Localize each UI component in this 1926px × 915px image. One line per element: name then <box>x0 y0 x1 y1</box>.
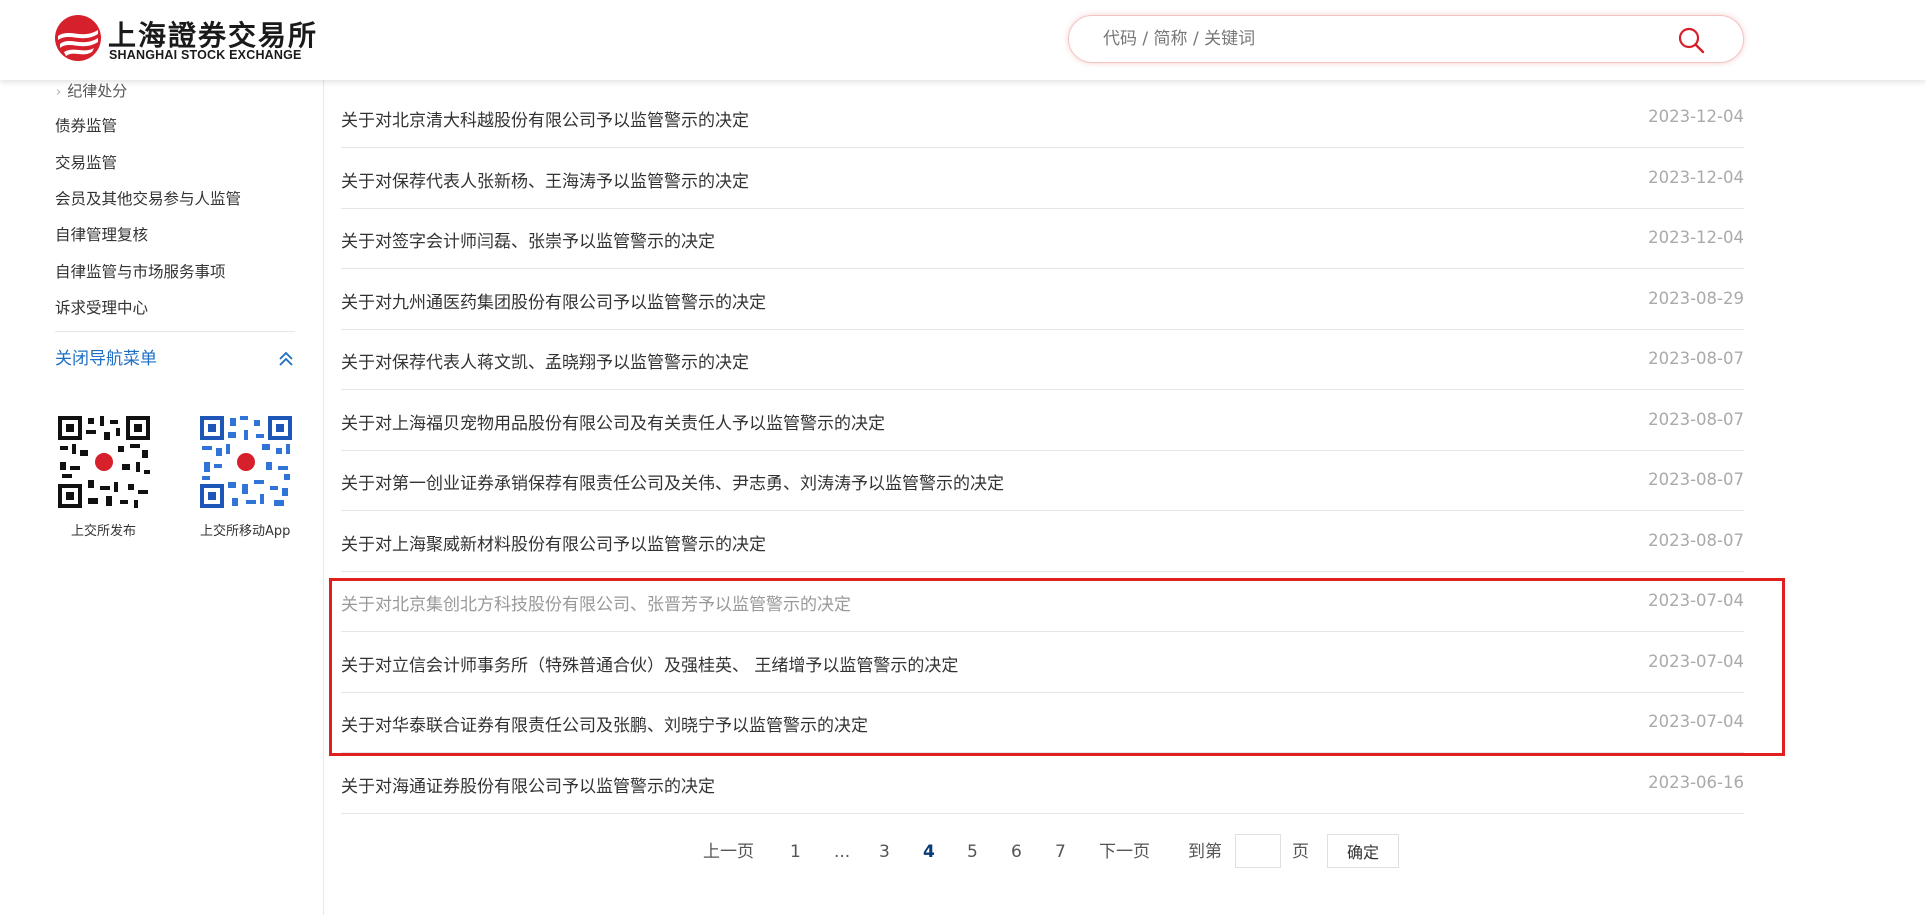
page-button-3[interactable]: 3 <box>879 834 890 870</box>
sidebar-item-appeal-center[interactable]: 诉求受理中心 <box>55 296 148 318</box>
qr-code-app-icon <box>198 414 294 510</box>
sidebar-item-self-regulation-review[interactable]: 自律管理复核 <box>55 223 148 245</box>
sidebar: › 纪律处分 债券监管 交易监管 会员及其他交易参与人监管 自律管理复核 自律监管… <box>0 80 324 915</box>
page-button-1[interactable]: 1 <box>790 834 801 870</box>
list-item[interactable]: 关于对海通证券股份有限公司予以监管警示的决定 2023-06-16 <box>341 754 1744 814</box>
sidebar-divider <box>55 331 295 332</box>
list-item-date: 2023-07-04 <box>1648 712 1744 731</box>
page-button-6[interactable]: 6 <box>1011 834 1022 870</box>
list-item-title[interactable]: 关于对华泰联合证券有限责任公司及张鹏、刘晓宁予以监管警示的决定 <box>341 711 868 736</box>
sidebar-subitem-label: 纪律处分 <box>67 82 128 100</box>
list-item[interactable]: 关于对保荐代表人张新杨、王海涛予以监管警示的决定 2023-12-04 <box>341 149 1744 209</box>
sse-logo[interactable]: 上海證券交易所 SHANGHAI STOCK EXCHANGE <box>54 14 316 64</box>
list-item-title[interactable]: 关于对九州通医药集团股份有限公司予以监管警示的决定 <box>341 288 766 313</box>
pagination: 上一页 1 ... 3 4 5 6 7 下一页 到第 页 确定 <box>0 834 1926 870</box>
site-header: 上海證券交易所 SHANGHAI STOCK EXCHANGE <box>0 0 1926 80</box>
list-item[interactable]: 关于对上海福贝宠物用品股份有限公司及有关责任人予以监管警示的决定 2023-08… <box>341 391 1744 451</box>
list-item-date: 2023-08-07 <box>1648 470 1744 489</box>
list-item-title[interactable]: 关于对上海聚威新材料股份有限公司予以监管警示的决定 <box>341 530 766 555</box>
list-item-title[interactable]: 关于对上海福贝宠物用品股份有限公司及有关责任人予以监管警示的决定 <box>341 409 885 434</box>
sse-emblem-icon <box>55 15 101 61</box>
qr-code-wechat-icon <box>56 414 152 510</box>
logo-english-name: SHANGHAI STOCK EXCHANGE <box>109 48 302 62</box>
search-input[interactable] <box>1103 16 1663 62</box>
goto-confirm-button[interactable]: 确定 <box>1327 834 1399 868</box>
list-item-date: 2023-12-04 <box>1648 228 1744 247</box>
list-item-date: 2023-12-04 <box>1648 167 1744 187</box>
list-item[interactable]: 关于对立信会计师事务所（特殊普通合伙）及强桂英、 王绪增予以监管警示的决定 20… <box>341 633 1744 693</box>
search-box <box>1068 15 1744 63</box>
list-item[interactable]: 关于对第一创业证券承销保荐有限责任公司及关伟、尹志勇、刘涛涛予以监管警示的决定 … <box>341 451 1744 511</box>
sidebar-item-member-supervision[interactable]: 会员及其他交易参与人监管 <box>55 187 241 209</box>
list-item[interactable]: 关于对上海聚威新材料股份有限公司予以监管警示的决定 2023-08-07 <box>341 512 1744 572</box>
goto-page-input[interactable] <box>1235 834 1281 868</box>
sidebar-item-market-service[interactable]: 自律监管与市场服务事项 <box>55 260 226 282</box>
list-item[interactable]: 关于对九州通医药集团股份有限公司予以监管警示的决定 2023-08-29 <box>341 270 1744 330</box>
goto-page-suffix: 页 <box>1292 842 1309 862</box>
list-item-date: 2023-07-04 <box>1648 591 1744 610</box>
next-page-button[interactable]: 下一页 <box>1099 834 1150 870</box>
goto-page-label: 到第 <box>1188 842 1222 862</box>
sidebar-subitem-discipline[interactable]: › 纪律处分 <box>56 80 127 101</box>
list-item[interactable]: 关于对保荐代表人蒋文凯、孟晓翔予以监管警示的决定 2023-08-07 <box>341 330 1744 390</box>
list-item-title[interactable]: 关于对第一创业证券承销保荐有限责任公司及关伟、尹志勇、刘涛涛予以监管警示的决定 <box>341 469 1004 494</box>
qr-label-app: 上交所移动App <box>200 524 291 539</box>
list-item-date: 2023-12-04 <box>1648 107 1744 126</box>
list-item-title[interactable]: 关于对保荐代表人张新杨、王海涛予以监管警示的决定 <box>341 167 749 192</box>
list-item[interactable]: 关于对华泰联合证券有限责任公司及张鹏、刘晓宁予以监管警示的决定 2023-07-… <box>341 693 1744 753</box>
page-button-5[interactable]: 5 <box>967 834 978 870</box>
close-nav-menu-label: 关闭导航菜单 <box>55 349 157 369</box>
list-item-date: 2023-06-16 <box>1648 772 1744 792</box>
list-item-date: 2023-08-29 <box>1648 288 1744 308</box>
chevron-right-icon: › <box>56 85 62 100</box>
list-item-date: 2023-07-04 <box>1648 651 1744 671</box>
double-chevron-up-icon <box>279 351 293 366</box>
prev-page-button[interactable]: 上一页 <box>703 834 754 870</box>
list-item[interactable]: 关于对北京清大科越股份有限公司予以监管警示的决定 2023-12-04 <box>341 88 1744 148</box>
list-item-date: 2023-08-07 <box>1648 530 1744 550</box>
page-button-4-current[interactable]: 4 <box>923 834 935 870</box>
qr-label-wechat: 上交所发布 <box>71 524 137 539</box>
sidebar-item-bond-supervision[interactable]: 债券监管 <box>55 114 117 136</box>
list-item-title[interactable]: 关于对保荐代表人蒋文凯、孟晓翔予以监管警示的决定 <box>341 348 749 373</box>
list-item-title[interactable]: 关于对海通证券股份有限公司予以监管警示的决定 <box>341 772 715 797</box>
page-button-7[interactable]: 7 <box>1055 834 1066 870</box>
close-nav-menu-button[interactable]: 关闭导航菜单 <box>55 344 295 374</box>
list-item-title[interactable]: 关于对立信会计师事务所（特殊普通合伙）及强桂英、 王绪增予以监管警示的决定 <box>341 651 958 676</box>
list-item-title[interactable]: 关于对北京清大科越股份有限公司予以监管警示的决定 <box>341 106 749 131</box>
list-item-title[interactable]: 关于对签字会计师闫磊、张崇予以监管警示的决定 <box>341 227 715 252</box>
sidebar-item-trading-supervision[interactable]: 交易监管 <box>55 151 117 173</box>
list-item-date: 2023-08-07 <box>1648 349 1744 368</box>
list-item[interactable]: 关于对北京集创北方科技股份有限公司、张晋芳予以监管警示的决定 2023-07-0… <box>341 572 1744 632</box>
page-ellipsis: ... <box>834 842 851 862</box>
search-icon[interactable] <box>1677 26 1705 54</box>
list-item[interactable]: 关于对签字会计师闫磊、张崇予以监管警示的决定 2023-12-04 <box>341 209 1744 269</box>
list-item-date: 2023-08-07 <box>1648 409 1744 429</box>
list-item-title[interactable]: 关于对北京集创北方科技股份有限公司、张晋芳予以监管警示的决定 <box>341 590 851 615</box>
